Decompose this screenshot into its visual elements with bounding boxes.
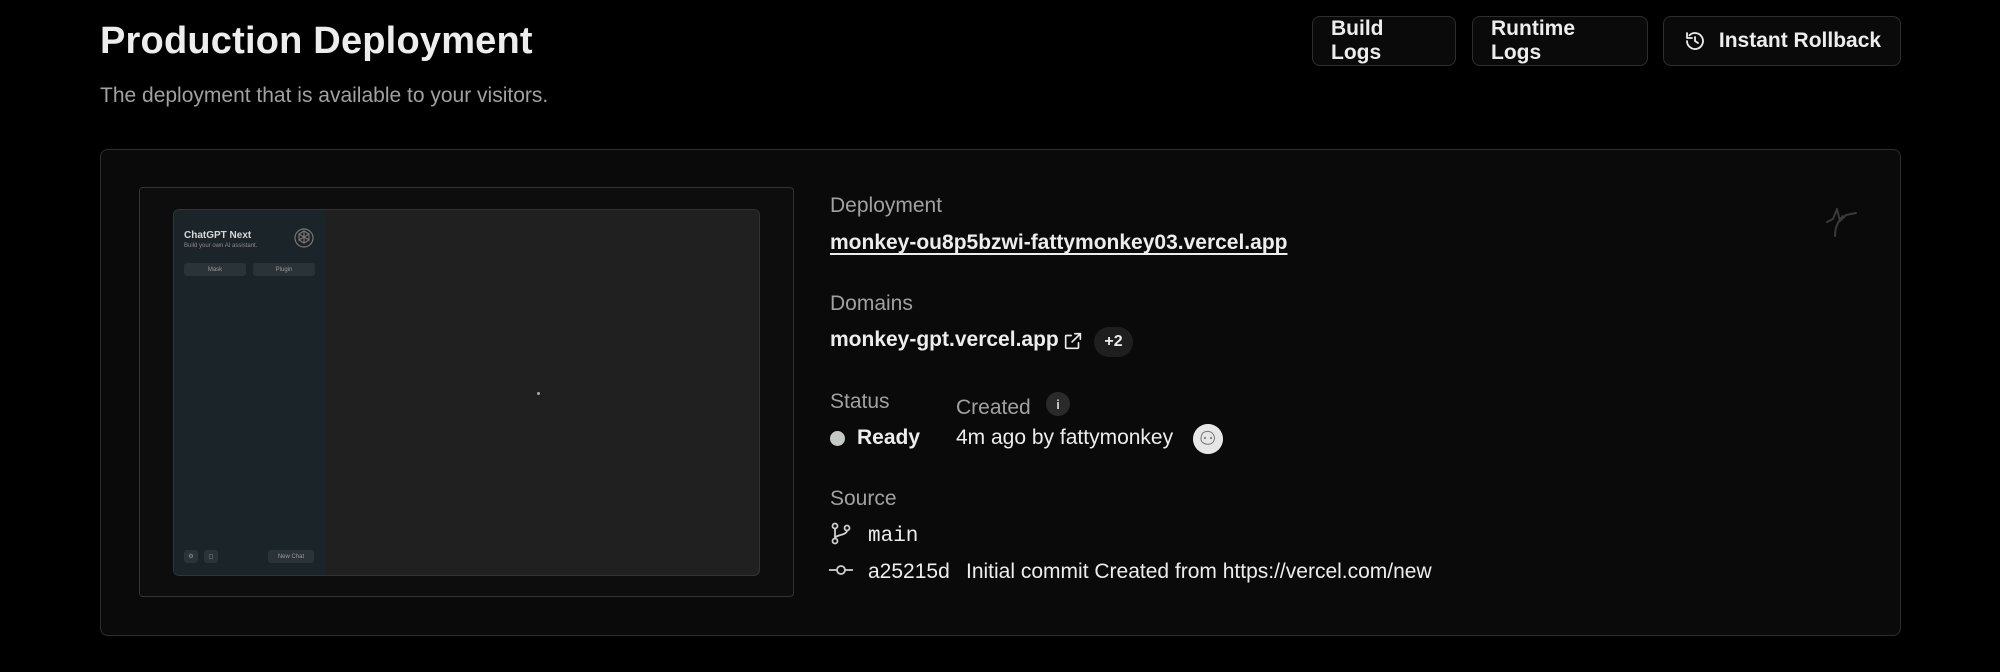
preview-new-chat-chip: New Chat (268, 550, 314, 563)
runtime-logs-button[interactable]: Runtime Logs (1472, 16, 1648, 66)
extra-domains-badge[interactable]: +2 (1094, 327, 1133, 357)
preview-app-subtitle: Build your own AI assistant. (184, 243, 258, 249)
preview-app-title: ChatGPT Next (184, 230, 252, 241)
status-indicator-dot (830, 431, 845, 446)
deployment-preview[interactable]: ChatGPT Next Build your own AI assistant… (139, 187, 794, 597)
preview-sidebar: ChatGPT Next Build your own AI assistant… (174, 210, 326, 575)
preview-mask-label: Mask (207, 266, 223, 273)
deployment-url-link[interactable]: monkey-ou8p5bzwi-fattymonkey03.vercel.ap… (830, 231, 1287, 255)
preview-new-chat-label: New Chat (277, 553, 305, 560)
preview-plugin-chip: Plugin (253, 263, 315, 276)
instant-rollback-label: Instant Rollback (1718, 29, 1882, 52)
created-label: Created (956, 396, 1031, 419)
runtime-logs-label: Runtime Logs (1491, 17, 1575, 64)
page-subtitle: The deployment that is available to your… (100, 84, 549, 107)
status-label: Status (830, 390, 890, 413)
domains-label: Domains (830, 292, 913, 315)
deployment-card: ChatGPT Next Build your own AI assistant… (100, 149, 1901, 636)
git-commit-icon (829, 562, 853, 578)
activity-icon[interactable] (1825, 202, 1861, 238)
info-icon[interactable]: i (1046, 392, 1070, 416)
external-link-icon[interactable] (1062, 330, 1084, 352)
extra-domains-count: +2 (1104, 333, 1123, 350)
status-value: Ready (857, 426, 921, 449)
page-title: Production Deployment (100, 20, 533, 62)
build-logs-label: Build Logs (1331, 17, 1384, 64)
preview-loading-dot (537, 392, 540, 395)
instant-rollback-button[interactable]: Instant Rollback (1663, 16, 1901, 66)
preview-plugin-label: Plugin (275, 266, 293, 273)
openai-logo-icon (292, 226, 316, 250)
preview-mask-chip: Mask (184, 263, 246, 276)
rollback-icon (1683, 29, 1707, 53)
info-glyph: i (1056, 396, 1060, 412)
source-label: Source (830, 487, 897, 510)
git-branch-icon (830, 522, 852, 546)
created-value: 4m ago by fattymonkey (956, 426, 1174, 449)
domain-link[interactable]: monkey-gpt.vercel.app (830, 328, 1059, 352)
build-logs-button[interactable]: Build Logs (1312, 16, 1456, 66)
commit-hash[interactable]: a25215d (868, 560, 950, 584)
deployment-label: Deployment (830, 194, 943, 217)
preview-settings-icon: ⚙ (184, 550, 198, 563)
preview-github-icon: ◻ (204, 550, 218, 563)
preview-screenshot: ChatGPT Next Build your own AI assistant… (173, 209, 760, 576)
branch-name[interactable]: main (868, 525, 918, 548)
commit-message: Initial commit Created from https://verc… (966, 560, 1432, 583)
avatar[interactable] (1193, 424, 1223, 454)
